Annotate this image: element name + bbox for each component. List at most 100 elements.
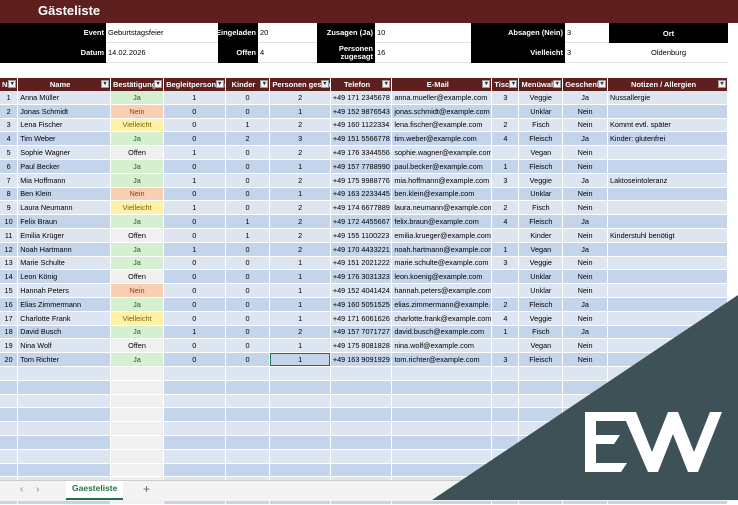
cell-geschenk[interactable]: Nein bbox=[562, 256, 609, 271]
cell-nr[interactable]: 9 bbox=[0, 200, 19, 216]
empty-cell[interactable] bbox=[330, 366, 393, 381]
empty-cell[interactable] bbox=[269, 463, 331, 478]
empty-cell[interactable] bbox=[163, 380, 226, 395]
empty-cell[interactable] bbox=[225, 463, 271, 478]
cell-tisch[interactable]: 2 bbox=[491, 297, 520, 312]
absagen-value[interactable]: 3 bbox=[565, 23, 609, 43]
empty-cell[interactable] bbox=[110, 421, 165, 436]
empty-cell[interactable] bbox=[225, 435, 271, 450]
empty-cell[interactable] bbox=[110, 394, 165, 409]
cell-notizen[interactable] bbox=[607, 297, 728, 312]
filter-dropdown-icon[interactable]: ▾ bbox=[100, 80, 109, 88]
cell-notizen[interactable]: Kinderstuhl benötigt bbox=[607, 228, 728, 243]
cell-nr[interactable]: 7 bbox=[0, 173, 19, 188]
cell-bestaetigung[interactable]: Ja bbox=[110, 173, 165, 188]
empty-cell[interactable] bbox=[163, 366, 226, 381]
empty-cell[interactable] bbox=[163, 394, 226, 409]
cell-tisch[interactable] bbox=[491, 145, 520, 160]
empty-cell[interactable] bbox=[163, 407, 226, 423]
cell-tisch[interactable] bbox=[491, 187, 520, 202]
filter-dropdown-icon[interactable]: ▾ bbox=[8, 80, 17, 88]
cell-email[interactable]: nina.wolf@example.com bbox=[391, 338, 493, 354]
cell-begleitpersonen[interactable]: 0 bbox=[163, 297, 226, 312]
cell-name[interactable]: Charlotte Frank bbox=[17, 311, 111, 326]
filter-dropdown-icon[interactable]: ▾ bbox=[154, 80, 163, 88]
cell-kinder[interactable]: 0 bbox=[225, 297, 271, 312]
cell-tisch[interactable] bbox=[491, 104, 520, 119]
cell-email[interactable]: laura.neumann@example.com bbox=[391, 200, 493, 216]
empty-cell[interactable] bbox=[110, 407, 165, 423]
filter-dropdown-icon[interactable]: ▾ bbox=[382, 80, 391, 88]
cell-kinder[interactable]: 0 bbox=[225, 173, 271, 188]
empty-cell[interactable] bbox=[491, 407, 520, 423]
cell-begleitpersonen[interactable]: 1 bbox=[163, 200, 226, 216]
header-notizen[interactable]: Notizen / Allergien ▾ bbox=[607, 78, 728, 91]
filter-dropdown-icon[interactable]: ▾ bbox=[215, 80, 224, 88]
empty-cell[interactable] bbox=[330, 394, 393, 409]
cell-begleitpersonen[interactable]: 0 bbox=[163, 352, 226, 367]
empty-cell[interactable] bbox=[330, 449, 393, 464]
filter-dropdown-icon[interactable]: ▾ bbox=[598, 80, 607, 88]
cell-name[interactable]: Tom Richter bbox=[17, 352, 111, 367]
cell-begleitpersonen[interactable]: 0 bbox=[163, 311, 226, 326]
empty-cell[interactable] bbox=[110, 463, 165, 478]
cell-email[interactable]: hannah.peters@example.com bbox=[391, 283, 493, 298]
cell-bestaetigung[interactable]: Offen bbox=[110, 269, 165, 285]
cell-kinder[interactable]: 0 bbox=[225, 91, 271, 105]
cell-nr[interactable]: 4 bbox=[0, 131, 19, 147]
empty-cell[interactable] bbox=[391, 380, 493, 395]
empty-cell[interactable] bbox=[17, 449, 111, 464]
cell-kinder[interactable]: 1 bbox=[225, 118, 271, 133]
cell-bestaetigung[interactable]: Vielleicht bbox=[110, 118, 165, 133]
cell-bestaetigung[interactable]: Offen bbox=[110, 145, 165, 160]
cell-bestaetigung[interactable]: Nein bbox=[110, 283, 165, 298]
empty-cell[interactable] bbox=[0, 463, 19, 478]
empty-cell[interactable] bbox=[562, 449, 609, 464]
cell-geschenk[interactable]: Ja bbox=[562, 91, 609, 105]
header-nr[interactable]: Nr ▾ bbox=[0, 78, 19, 91]
empty-cell[interactable] bbox=[562, 435, 609, 450]
header-tisch[interactable]: Tisch ▾ bbox=[491, 78, 520, 91]
cell-tisch[interactable]: 2 bbox=[491, 200, 520, 216]
cell-email[interactable]: tom.richter@example.com bbox=[391, 352, 493, 367]
cell-notizen[interactable] bbox=[607, 200, 728, 216]
header-personen-gesamt[interactable]: Personen gesamt ▾ bbox=[269, 78, 331, 91]
empty-cell[interactable] bbox=[269, 366, 331, 381]
cell-name[interactable]: Nina Wolf bbox=[17, 338, 111, 354]
cell-email[interactable]: leon.koenig@example.com bbox=[391, 269, 493, 285]
filter-dropdown-icon[interactable]: ▾ bbox=[320, 80, 329, 88]
cell-telefon[interactable]: +49 175 9988776 bbox=[330, 173, 393, 188]
header-bestaetigung[interactable]: Bestätigung ▾ bbox=[110, 78, 165, 91]
cell-bestaetigung[interactable]: Offen bbox=[110, 338, 165, 354]
empty-cell[interactable] bbox=[17, 421, 111, 436]
cell-geschenk[interactable]: Ja bbox=[562, 131, 609, 147]
cell-bestaetigung[interactable]: Ja bbox=[110, 325, 165, 340]
cell-kinder[interactable]: 1 bbox=[225, 228, 271, 243]
cell-bestaetigung[interactable]: Nein bbox=[110, 187, 165, 202]
cell-telefon[interactable]: +49 152 9876543 bbox=[330, 104, 393, 119]
cell-begleitpersonen[interactable]: 0 bbox=[163, 256, 226, 271]
cell-personen-gesamt[interactable]: 2 bbox=[269, 91, 331, 105]
cell-telefon[interactable]: +49 170 4433221 bbox=[330, 242, 393, 257]
cell-tisch[interactable]: 3 bbox=[491, 352, 520, 367]
cell-email[interactable]: jonas.schmidt@example.com bbox=[391, 104, 493, 119]
cell-geschenk[interactable]: Ja bbox=[562, 242, 609, 257]
cell-nr[interactable]: 14 bbox=[0, 269, 19, 285]
empty-cell[interactable] bbox=[0, 366, 19, 381]
empty-cell[interactable] bbox=[391, 366, 493, 381]
empty-cell[interactable] bbox=[269, 394, 331, 409]
cell-personen-gesamt[interactable]: 1 bbox=[269, 269, 331, 285]
empty-cell[interactable] bbox=[491, 380, 520, 395]
cell-nr[interactable]: 10 bbox=[0, 214, 19, 229]
cell-notizen[interactable] bbox=[607, 352, 728, 367]
cell-name[interactable]: Laura Neumann bbox=[17, 200, 111, 216]
cell-personen-gesamt[interactable]: 1 bbox=[269, 283, 331, 298]
cell-nr[interactable]: 19 bbox=[0, 338, 19, 354]
cell-kinder[interactable]: 0 bbox=[225, 145, 271, 160]
cell-nr[interactable]: 12 bbox=[0, 242, 19, 257]
cell-name[interactable]: Lena Fischer bbox=[17, 118, 111, 133]
cell-begleitpersonen[interactable]: 0 bbox=[163, 269, 226, 285]
cell-personen-gesamt[interactable]: 1 bbox=[269, 256, 331, 271]
cell-bestaetigung[interactable]: Ja bbox=[110, 256, 165, 271]
cell-geschenk[interactable]: Nein bbox=[562, 352, 609, 367]
